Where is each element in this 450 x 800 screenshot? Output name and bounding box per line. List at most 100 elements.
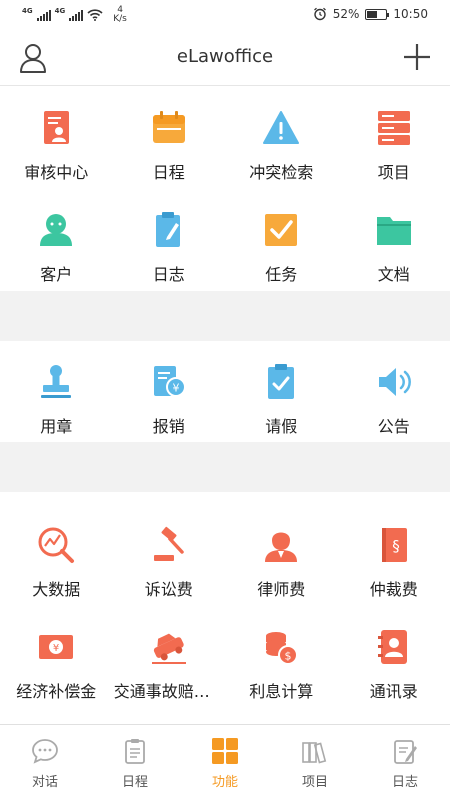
signal-icon [36, 9, 51, 21]
status-left: 4G 4G 4 K/s [22, 6, 127, 24]
tab-projects[interactable]: 项目 [270, 725, 360, 800]
func-label: 经济补偿金 [16, 682, 97, 701]
tab-label: 对话 [31, 775, 58, 790]
section-tools: 大数据 诉讼费 律师费 § 仲裁费 ¥ 经济补偿金 交通事故赔偿金 $ 利息计算… [0, 492, 450, 724]
func-economic-compensation[interactable]: ¥ 经济补偿金 [0, 606, 113, 706]
tab-chat[interactable]: 对话 [0, 725, 90, 800]
server-stack-icon [377, 111, 410, 145]
contacts-icon [377, 630, 407, 664]
func-label: 审核中心 [24, 163, 89, 182]
tab-label: 项目 [301, 775, 328, 790]
func-label: 交通事故赔偿金 [113, 682, 224, 701]
func-label: 项目 [377, 163, 410, 182]
wifi-icon [87, 9, 103, 21]
page-title: eLawoffice [176, 46, 274, 67]
func-arbitration-fee[interactable]: § 仲裁费 [338, 504, 450, 604]
warning-icon [263, 111, 300, 144]
func-label: 公告 [377, 417, 410, 436]
law-book-icon: § [381, 528, 407, 562]
stamp-icon [41, 365, 72, 398]
func-reimbursement[interactable]: ¥ 报销 [113, 341, 226, 441]
svg-text:¥: ¥ [53, 643, 59, 654]
binders-icon [302, 742, 327, 764]
func-documents[interactable]: 文档 [338, 189, 450, 289]
func-customers[interactable]: 客户 [0, 189, 113, 289]
chat-icon [32, 739, 58, 764]
func-label: 通讯录 [369, 682, 418, 701]
func-label: 请假 [265, 417, 298, 436]
alarm-icon [313, 7, 326, 21]
func-litigation-fee[interactable]: 诉讼费 [113, 504, 226, 604]
func-label: 日程 [152, 163, 185, 182]
func-schedule[interactable]: 日程 [113, 87, 226, 187]
func-conflict-search[interactable]: 冲突检索 [225, 87, 338, 187]
svg-text:$: $ [285, 650, 292, 663]
func-label: 律师费 [257, 580, 306, 599]
review-doc-icon [44, 111, 70, 144]
leave-clipboard-icon [268, 364, 295, 399]
func-seal[interactable]: 用章 [0, 341, 113, 441]
tab-label: 日志 [391, 775, 418, 790]
clock: 10:50 [393, 7, 428, 21]
status-bar: 4G 4G 4 K/s 52% 10:50 [0, 0, 450, 32]
func-label: 报销 [152, 417, 185, 436]
app-header: eLawoffice [0, 32, 450, 86]
chart-magnifier-icon [38, 527, 75, 563]
grid1-row-1: 审核中心 日程 冲突检索 项目 [0, 87, 450, 187]
section-core: 审核中心 日程 冲突检索 项目 客户 日志 任务 文档 [0, 87, 450, 291]
lawyer-icon [265, 532, 298, 562]
log-icon [394, 740, 417, 764]
func-log[interactable]: 日志 [113, 189, 226, 289]
grid-icon [212, 738, 238, 764]
func-interest-calc[interactable]: $ 利息计算 [225, 606, 338, 706]
func-projects[interactable]: 项目 [338, 87, 450, 187]
grid2-row-1: 用章 ¥ 报销 请假 公告 [0, 341, 450, 441]
tab-label: 功能 [211, 775, 238, 790]
clipboard-pen-icon [155, 212, 180, 247]
network-type-1: 4G [22, 7, 33, 15]
gavel-icon [153, 526, 184, 561]
money-icon: ¥ [39, 635, 74, 659]
task-check-icon [265, 214, 298, 246]
speaker-icon [378, 368, 411, 396]
section-divider [0, 291, 450, 341]
func-big-data[interactable]: 大数据 [0, 504, 113, 604]
func-leave[interactable]: 请假 [225, 341, 338, 441]
grid1-row-2: 客户 日志 任务 文档 [0, 189, 450, 289]
func-label: 诉讼费 [144, 580, 193, 599]
section-admin: 用章 ¥ 报销 请假 公告 [0, 341, 450, 442]
func-label: 大数据 [32, 580, 81, 599]
plus-icon[interactable] [402, 42, 432, 72]
bottom-tab-bar: 对话 日程 功能 项目 日志 [0, 724, 450, 800]
func-label: 任务 [265, 265, 298, 284]
func-lawyer-fee[interactable]: 律师费 [225, 504, 338, 604]
svg-text:¥: ¥ [172, 382, 179, 395]
tab-functions[interactable]: 功能 [180, 725, 270, 800]
schedule-icon [125, 739, 145, 764]
battery-percent: 52% [332, 7, 360, 21]
car-crash-icon [151, 633, 186, 664]
func-label: 利息计算 [249, 682, 314, 701]
coins-icon: $ [266, 632, 299, 665]
func-review-center[interactable]: 审核中心 [0, 87, 113, 187]
network-type-2: 4G [54, 7, 66, 15]
func-traffic-accident[interactable]: 交通事故赔偿金 [113, 606, 226, 706]
func-label: 冲突检索 [249, 163, 314, 182]
tab-schedule[interactable]: 日程 [90, 725, 180, 800]
battery-icon [365, 8, 390, 20]
func-label: 文档 [377, 265, 410, 284]
svg-text:§: § [392, 537, 400, 555]
func-contacts[interactable]: 通讯录 [338, 606, 450, 706]
func-announcement[interactable]: 公告 [338, 341, 450, 441]
reimburse-icon: ¥ [153, 366, 186, 397]
grid3-row-1: 大数据 诉讼费 律师费 § 仲裁费 [0, 504, 450, 604]
func-label: 日志 [152, 265, 185, 284]
grid3-row-2: ¥ 经济补偿金 交通事故赔偿金 $ 利息计算 通讯录 [0, 606, 450, 706]
func-label: 仲裁费 [369, 580, 418, 599]
network-speed: 4 K/s [113, 5, 127, 24]
signal-icon-2 [69, 9, 84, 21]
func-tasks[interactable]: 任务 [225, 189, 338, 289]
tab-label: 日程 [121, 775, 148, 790]
tab-log[interactable]: 日志 [360, 725, 450, 800]
calendar-icon [152, 111, 185, 143]
